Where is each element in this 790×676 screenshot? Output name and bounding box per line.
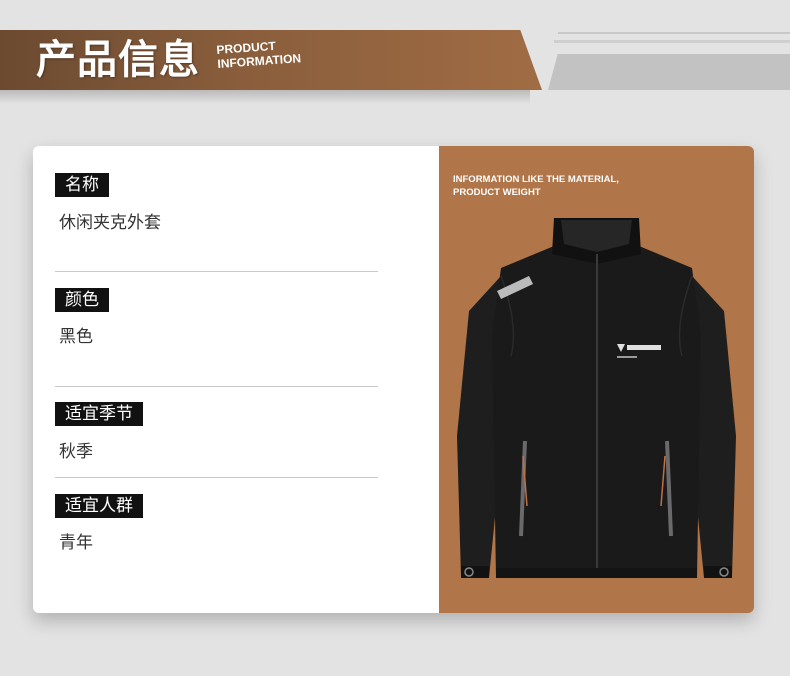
page-subtitle: PRODUCT INFORMATION (216, 37, 302, 71)
season-label: 适宜季节 (55, 402, 143, 426)
name-value: 休闲夹克外套 (59, 213, 161, 233)
stripe (554, 40, 790, 43)
decorative-stripes (548, 32, 790, 90)
photo-caption: INFORMATION LIKE THE MATERIAL, PRODUCT W… (453, 173, 619, 199)
page-title: 产品信息 (36, 37, 200, 83)
stripe (558, 32, 790, 34)
audience-label: 适宜人群 (55, 494, 143, 518)
color-label: 颜色 (55, 288, 109, 312)
color-value: 黑色 (59, 327, 93, 347)
divider (55, 477, 378, 478)
stripe (548, 54, 790, 90)
jacket-image (457, 218, 736, 578)
season-value: 秋季 (59, 442, 93, 462)
photo-caption-line2: PRODUCT WEIGHT (453, 187, 541, 198)
divider (55, 386, 378, 387)
name-label: 名称 (55, 173, 109, 197)
photo-caption-line1: INFORMATION LIKE THE MATERIAL, (453, 174, 619, 185)
divider (55, 271, 378, 272)
header-banner-shadow (0, 90, 530, 104)
audience-value: 青年 (59, 533, 93, 553)
product-photo: INFORMATION LIKE THE MATERIAL, PRODUCT W… (439, 146, 754, 613)
product-info-card: 名称 休闲夹克外套 颜色 黑色 适宜季节 秋季 适宜人群 青年 INFORMAT… (33, 146, 754, 613)
